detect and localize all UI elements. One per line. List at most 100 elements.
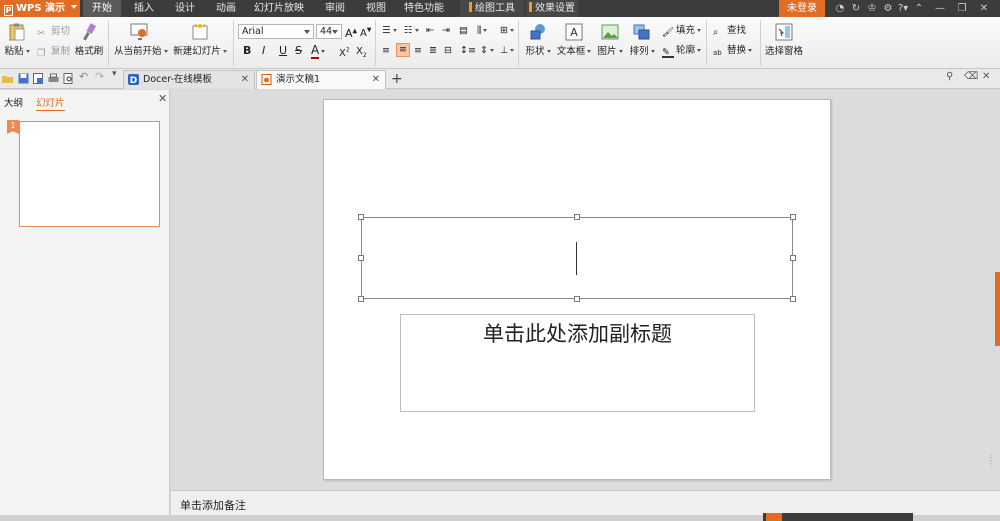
notes-pane[interactable]: 单击添加备注 bbox=[171, 490, 1000, 515]
align-right-button[interactable]: ≡ bbox=[414, 45, 422, 57]
shape-button[interactable]: 形状 bbox=[522, 23, 554, 57]
font-color-button[interactable]: A bbox=[311, 43, 326, 59]
print-preview-icon[interactable] bbox=[63, 73, 74, 84]
fill-button[interactable]: 🖌 填充 bbox=[662, 25, 702, 38]
resize-handle[interactable] bbox=[358, 296, 364, 302]
eraser-icon[interactable]: ⌫ bbox=[964, 71, 978, 82]
title-placeholder[interactable] bbox=[361, 217, 793, 299]
cut-button[interactable]: ✂ 剪切 bbox=[37, 26, 70, 39]
align-text-button[interactable]: ⊞ bbox=[500, 25, 514, 37]
outline-button[interactable]: ✎ 轮廓 bbox=[662, 45, 702, 58]
side-panel-toggle[interactable] bbox=[995, 272, 1000, 346]
tab-design[interactable]: 设计 bbox=[166, 0, 204, 17]
close-window-icon[interactable]: ✕ bbox=[982, 71, 993, 82]
skin-icon[interactable]: ◔ bbox=[834, 0, 846, 17]
justify-button[interactable]: ≣ bbox=[429, 45, 437, 57]
line-spacing-button[interactable]: ↕≡ bbox=[460, 45, 476, 57]
font-name-select[interactable]: Arial bbox=[238, 24, 314, 39]
open-folder-icon[interactable] bbox=[2, 73, 13, 84]
decrease-font-button[interactable]: A▼ bbox=[360, 25, 371, 40]
columns-button[interactable]: ⫼ bbox=[477, 25, 488, 37]
new-slide-button[interactable]: 新建幻灯片 bbox=[172, 23, 228, 57]
resize-handle[interactable] bbox=[790, 214, 796, 220]
scroll-grip-icon[interactable]: ⋮ ⋮ bbox=[987, 454, 995, 468]
resize-handle[interactable] bbox=[790, 296, 796, 302]
numbering-button[interactable]: ☷ bbox=[404, 25, 419, 37]
paste-button[interactable]: 粘贴 bbox=[4, 23, 30, 57]
tab-home[interactable]: 开始 bbox=[83, 0, 121, 17]
docer-icon: D bbox=[128, 74, 139, 85]
vertical-align-button[interactable]: ⊥ bbox=[500, 45, 515, 57]
chevron-down-icon bbox=[25, 50, 30, 53]
close-tab-icon[interactable]: ✕ bbox=[241, 71, 249, 89]
paragraph-spacing-button[interactable]: ⇕ bbox=[480, 45, 494, 57]
app-menu-button[interactable]: P WPS 演示 bbox=[0, 0, 80, 17]
tab-drawing-tools[interactable]: 绘图工具 bbox=[460, 0, 524, 17]
tab-review[interactable]: 审阅 bbox=[316, 0, 354, 17]
font-size-select[interactable]: 44 bbox=[316, 24, 342, 39]
paragraph-spacing-icon: ⇕ bbox=[480, 45, 488, 56]
wps-tray-icon[interactable] bbox=[766, 513, 782, 521]
minimize-icon[interactable]: — bbox=[933, 0, 947, 17]
tab-insert[interactable]: 插入 bbox=[125, 0, 163, 17]
customize-toolbar-icon[interactable]: ▾ bbox=[112, 69, 123, 80]
arrange-button[interactable]: 排列 bbox=[628, 23, 656, 57]
save-icon[interactable] bbox=[18, 73, 29, 84]
underline-button[interactable]: U bbox=[279, 45, 287, 57]
resize-handle[interactable] bbox=[358, 214, 364, 220]
print-icon[interactable] bbox=[48, 73, 59, 84]
slide-thumbnail[interactable] bbox=[19, 121, 160, 227]
doc-tab-docer[interactable]: D Docer-在线模板 ✕ bbox=[123, 70, 255, 89]
paint-bucket-icon: 🖌 bbox=[662, 27, 675, 38]
resize-handle[interactable] bbox=[574, 296, 580, 302]
chevron-down-icon bbox=[697, 29, 702, 32]
tab-animation[interactable]: 动画 bbox=[207, 0, 245, 17]
find-button[interactable]: ⌕ 查找 bbox=[713, 25, 746, 38]
close-panel-icon[interactable]: ✕ bbox=[158, 92, 167, 105]
collapse-ribbon-icon[interactable]: ⌃ bbox=[913, 0, 925, 17]
new-tab-button[interactable]: + bbox=[391, 70, 403, 88]
tab-special-features[interactable]: 特色功能 bbox=[398, 0, 450, 17]
login-button[interactable]: 未登录 bbox=[779, 0, 825, 17]
settings-icon[interactable]: ⚙ bbox=[882, 0, 894, 17]
help-icon[interactable]: ?▾ bbox=[896, 0, 910, 17]
tab-effect-settings[interactable]: 效果设置 bbox=[526, 0, 578, 17]
italic-button[interactable]: I bbox=[262, 45, 265, 57]
restore-icon[interactable]: ❐ bbox=[955, 0, 969, 17]
close-icon[interactable]: ✕ bbox=[977, 0, 991, 17]
replace-button[interactable]: ab 替换 bbox=[713, 45, 753, 58]
distribute-button[interactable]: ⊟ bbox=[444, 45, 452, 57]
shirt-icon[interactable]: ♔ bbox=[866, 0, 878, 17]
tab-view[interactable]: 视图 bbox=[357, 0, 395, 17]
tab-slides[interactable]: 幻灯片 bbox=[36, 95, 65, 111]
close-tab-icon[interactable]: ✕ bbox=[372, 71, 380, 89]
undo-icon[interactable]: ↶ bbox=[79, 70, 90, 83]
format-painter-button[interactable]: 格式刷 bbox=[74, 23, 104, 57]
textbox-button[interactable]: A 文本框 bbox=[555, 23, 593, 57]
selection-pane-button[interactable]: 选择窗格 bbox=[765, 23, 803, 57]
doc-tab-presentation[interactable]: 演示文稿1 ✕ bbox=[256, 70, 386, 89]
sync-icon[interactable]: ↻ bbox=[850, 0, 862, 17]
resize-handle[interactable] bbox=[358, 255, 364, 261]
resize-handle[interactable] bbox=[790, 255, 796, 261]
align-center-button[interactable]: ≡ bbox=[396, 43, 410, 57]
bullets-button[interactable]: ☰ bbox=[382, 25, 397, 37]
strikethrough-button[interactable]: S bbox=[295, 45, 302, 57]
pin-icon[interactable]: ⚲ bbox=[946, 71, 957, 82]
bold-button[interactable]: B bbox=[243, 45, 251, 57]
superscript-button[interactable]: X2 bbox=[339, 45, 350, 60]
increase-font-button[interactable]: A▲ bbox=[345, 25, 357, 40]
tab-slideshow[interactable]: 幻灯片放映 bbox=[250, 0, 308, 17]
picture-button[interactable]: 图片 bbox=[596, 23, 624, 57]
tab-outline[interactable]: 大纲 bbox=[4, 95, 23, 109]
from-current-button[interactable]: 从当前开始 bbox=[114, 23, 168, 57]
text-direction-button[interactable]: ▤ bbox=[459, 25, 468, 37]
align-left-button[interactable]: ≡ bbox=[382, 45, 390, 57]
increase-indent-button[interactable]: ⇥ bbox=[442, 25, 450, 37]
resize-handle[interactable] bbox=[574, 214, 580, 220]
save-as-icon[interactable] bbox=[33, 73, 44, 84]
redo-icon[interactable]: ↷ bbox=[95, 70, 106, 83]
decrease-indent-button[interactable]: ⇤ bbox=[426, 25, 434, 37]
copy-button[interactable]: ❐ 复制 bbox=[37, 46, 70, 59]
subscript-button[interactable]: X2 bbox=[356, 46, 367, 62]
